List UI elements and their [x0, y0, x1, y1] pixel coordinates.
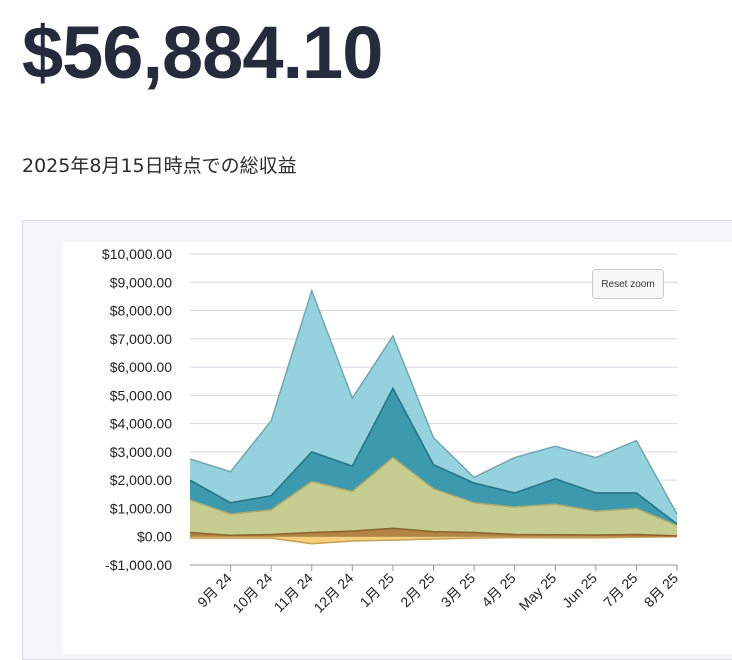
- x-tick-label: 8月 25: [641, 570, 682, 611]
- x-tick-label: 2月 25: [397, 570, 438, 611]
- x-tick-label: 11月 24: [271, 570, 316, 615]
- y-tick-label: $3,000.00: [110, 444, 172, 460]
- y-tick-label: $1,000.00: [110, 500, 172, 516]
- y-tick-label: $8,000.00: [110, 303, 172, 319]
- area-layer: [189, 288, 678, 545]
- x-tick-label: May 25: [516, 570, 560, 614]
- y-tick-label: $5,000.00: [110, 387, 172, 403]
- x-tick-label: 1月 25: [357, 570, 398, 611]
- reset-zoom-button[interactable]: Reset zoom: [592, 269, 664, 299]
- x-tick-label: Jun 25: [559, 570, 600, 611]
- x-tick-label: 7月 25: [600, 570, 641, 611]
- y-tick-label: $6,000.00: [110, 359, 172, 375]
- y-tick-label: $0.00: [137, 529, 172, 545]
- y-tick-label: $10,000.00: [102, 246, 172, 262]
- y-tick-label: -$1,000.00: [105, 557, 172, 573]
- y-tick-label: $4,000.00: [110, 416, 172, 432]
- y-tick-label: $9,000.00: [110, 274, 172, 290]
- y-tick-label: $7,000.00: [110, 331, 172, 347]
- y-tick-label: $2,000.00: [110, 472, 172, 488]
- x-tick-label: 3月 25: [438, 570, 479, 611]
- x-tick-label: 4月 25: [478, 570, 519, 611]
- x-tick-label: 12月 24: [310, 570, 356, 616]
- revenue-area-chart[interactable]: $10,000.00 $9,000.00 $8,000.00 $7,000.00 $6,…: [0, 0, 732, 654]
- x-tick-label: 10月 24: [229, 570, 275, 616]
